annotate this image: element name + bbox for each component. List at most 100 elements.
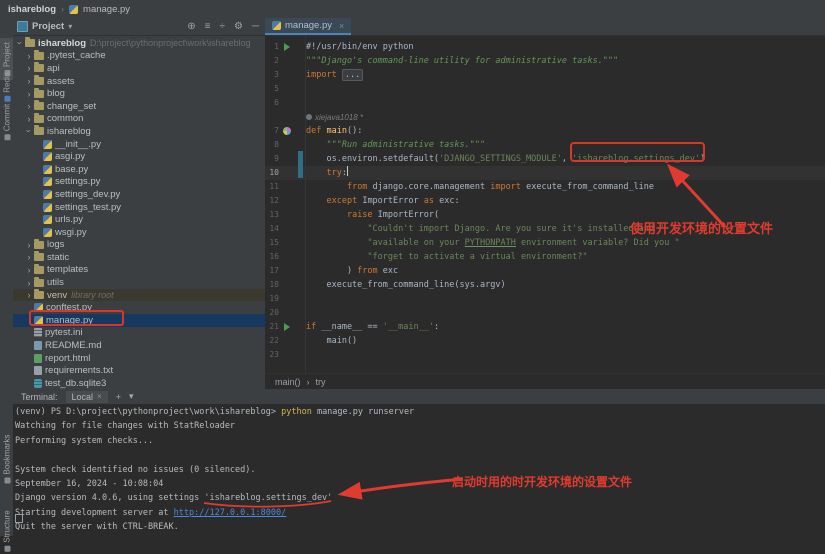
- project-tree[interactable]: ›ishareblogD:\project\pythonproject\work…: [13, 37, 265, 389]
- tree-item-logs[interactable]: ›logs: [13, 239, 265, 252]
- locate-icon[interactable]: ⊕: [187, 22, 195, 32]
- tree-item-assets[interactable]: › assets: [13, 75, 265, 88]
- chevron-closed-icon[interactable]: ›: [24, 51, 34, 61]
- terminal-label: Terminal:: [21, 392, 58, 402]
- tree-item-ishareblog[interactable]: ›ishareblogD:\project\pythonproject\work…: [13, 37, 265, 50]
- expand-all-icon[interactable]: ≡: [205, 22, 211, 32]
- tree-item-label: assets: [47, 76, 74, 87]
- tool-strip-redis[interactable]: Redis: [0, 73, 13, 101]
- annotation-terminal-note: 启动时用的时开发环境的设置文件: [452, 473, 632, 490]
- code-line: 1#!/usr/bin/env python: [265, 40, 825, 54]
- tree-item-venv[interactable]: ›venvlibrary root: [13, 289, 265, 302]
- tree-item-test-db-sqlite3[interactable]: test_db.sqlite3: [13, 377, 265, 389]
- tree-item-templates[interactable]: ›templates: [13, 264, 265, 277]
- tree-item-label: requirements.txt: [45, 365, 113, 376]
- tree-item--init-py[interactable]: __init__.py: [13, 138, 265, 151]
- close-icon[interactable]: ×: [339, 21, 344, 31]
- chevron-closed-icon[interactable]: ›: [24, 290, 34, 300]
- chevron-closed-icon[interactable]: ›: [24, 265, 34, 275]
- tree-item-api[interactable]: › api: [13, 62, 265, 75]
- tree-item-conftest-py[interactable]: conftest.py: [13, 301, 265, 314]
- chevron-closed-icon[interactable]: ›: [24, 278, 34, 288]
- tree-item-change-set[interactable]: › change_set: [13, 100, 265, 113]
- chevron-open-icon[interactable]: ›: [15, 38, 25, 48]
- tree-item-static[interactable]: ›static: [13, 251, 265, 264]
- tree-item-secondary: library root: [71, 290, 114, 300]
- chevron-down-icon[interactable]: ▾: [68, 22, 72, 31]
- tree-item-label: report.html: [45, 353, 90, 364]
- tree-item-wsgi-py[interactable]: wsgi.py: [13, 226, 265, 239]
- terminal-line: September 16, 2024 - 10:08:04: [15, 477, 825, 491]
- code-text: raise ImportError(: [306, 208, 439, 222]
- breadcrumb: main() › try: [265, 373, 825, 389]
- method-marker-icon[interactable]: [283, 127, 291, 135]
- tree-item-blog[interactable]: ›blog: [13, 87, 265, 100]
- chevron-down-icon[interactable]: ▾: [129, 391, 134, 402]
- settings-icon[interactable]: ⚙: [234, 22, 243, 32]
- breadcrumb-main[interactable]: main(): [275, 377, 301, 387]
- tool-strip-bookmarks[interactable]: Bookmarks: [0, 434, 13, 484]
- tree-item-requirements-txt[interactable]: requirements.txt: [13, 364, 265, 377]
- tree-item-label: api: [47, 63, 60, 74]
- chevron-closed-icon[interactable]: ›: [24, 63, 34, 73]
- code-line: 16 "forget to activate a virtual environ…: [265, 250, 825, 264]
- code-author-inlay: xiejava1018 *: [265, 110, 825, 124]
- code-line: 10 try:: [265, 166, 825, 180]
- code-text: os.environ.setdefault('DJANGO_SETTINGS_M…: [306, 152, 705, 166]
- chevron-closed-icon[interactable]: ›: [24, 89, 34, 99]
- collapse-all-icon[interactable]: ÷: [219, 22, 225, 32]
- tab-manage-py[interactable]: manage.py ×: [265, 18, 351, 35]
- hide-icon[interactable]: ─: [252, 22, 259, 32]
- tree-item-label: manage.py: [46, 315, 93, 326]
- project-panel-title[interactable]: Project: [32, 21, 64, 32]
- tree-item-settings-py[interactable]: settings.py: [13, 176, 265, 189]
- tool-strip-structure[interactable]: Structure: [0, 508, 13, 554]
- tree-item-asgi-py[interactable]: asgi.py: [13, 150, 265, 163]
- tree-item-pytest-ini[interactable]: pytest.ini: [13, 327, 265, 340]
- tree-item-label: change_set: [47, 101, 96, 112]
- tree-item-base-py[interactable]: base.py: [13, 163, 265, 176]
- project-panel-header: Project ▾ ⊕ ≡ ÷ ⚙ ─: [13, 18, 265, 36]
- code-editor[interactable]: 1#!/usr/bin/env python2"""Django's comma…: [265, 35, 825, 379]
- server-url-link[interactable]: http://127.0.0.1:8000/: [174, 508, 287, 518]
- editor-tab-bar: manage.py ×: [265, 18, 825, 36]
- tree-item-settings-test-py[interactable]: settings_test.py: [13, 201, 265, 214]
- python-file-icon: [69, 5, 78, 14]
- run-icon[interactable]: [284, 323, 290, 331]
- tree-item-urls-py[interactable]: urls.py: [13, 213, 265, 226]
- python-file-icon: [43, 165, 52, 174]
- python-file-icon: [43, 140, 52, 149]
- run-icon[interactable]: [284, 43, 290, 51]
- terminal-tab-local[interactable]: Local ×: [66, 391, 108, 403]
- chevron-closed-icon[interactable]: ›: [24, 114, 34, 124]
- titlebar-project-name: ishareblog: [8, 4, 56, 15]
- tree-item-settings-dev-py[interactable]: settings_dev.py: [13, 188, 265, 201]
- tree-item-report-html[interactable]: report.html: [13, 352, 265, 365]
- titlebar-file-name: manage.py: [83, 4, 130, 15]
- chevron-closed-icon[interactable]: ›: [24, 76, 34, 86]
- chevron-closed-icon[interactable]: ›: [24, 101, 34, 111]
- python-file-icon: [34, 316, 43, 325]
- folder-icon: [34, 77, 44, 85]
- tree-item-readme-md[interactable]: README.md: [13, 339, 265, 352]
- chevron-closed-icon[interactable]: ›: [24, 240, 34, 250]
- editor-area[interactable]: manage.py × 1#!/usr/bin/env python2"""Dj…: [265, 18, 825, 389]
- gutter-marker: [279, 323, 294, 331]
- terminal-output[interactable]: (venv) PS D:\project\pythonproject\work\…: [15, 405, 825, 536]
- tree-item-ishareblog[interactable]: ›ishareblog: [13, 125, 265, 138]
- line-number: 15: [265, 236, 279, 250]
- tree-item-utils[interactable]: ›utils: [13, 276, 265, 289]
- chevron-open-icon[interactable]: ›: [24, 126, 34, 136]
- tool-strip-commit[interactable]: Commit: [0, 104, 13, 140]
- new-terminal-icon[interactable]: +: [116, 392, 121, 402]
- line-number: 13: [265, 208, 279, 222]
- line-number: 11: [265, 180, 279, 194]
- close-icon[interactable]: ×: [97, 392, 102, 401]
- code-line: 23: [265, 348, 825, 362]
- tree-item--pytest-cache[interactable]: ›.pytest_cache: [13, 50, 265, 63]
- terminal-tab-bar: Terminal: Local × + ▾: [13, 389, 825, 405]
- chevron-closed-icon[interactable]: ›: [24, 252, 34, 262]
- tree-item-manage-py[interactable]: manage.py: [13, 314, 265, 327]
- breadcrumb-try[interactable]: try: [316, 377, 326, 387]
- tree-item-common[interactable]: ›common: [13, 113, 265, 126]
